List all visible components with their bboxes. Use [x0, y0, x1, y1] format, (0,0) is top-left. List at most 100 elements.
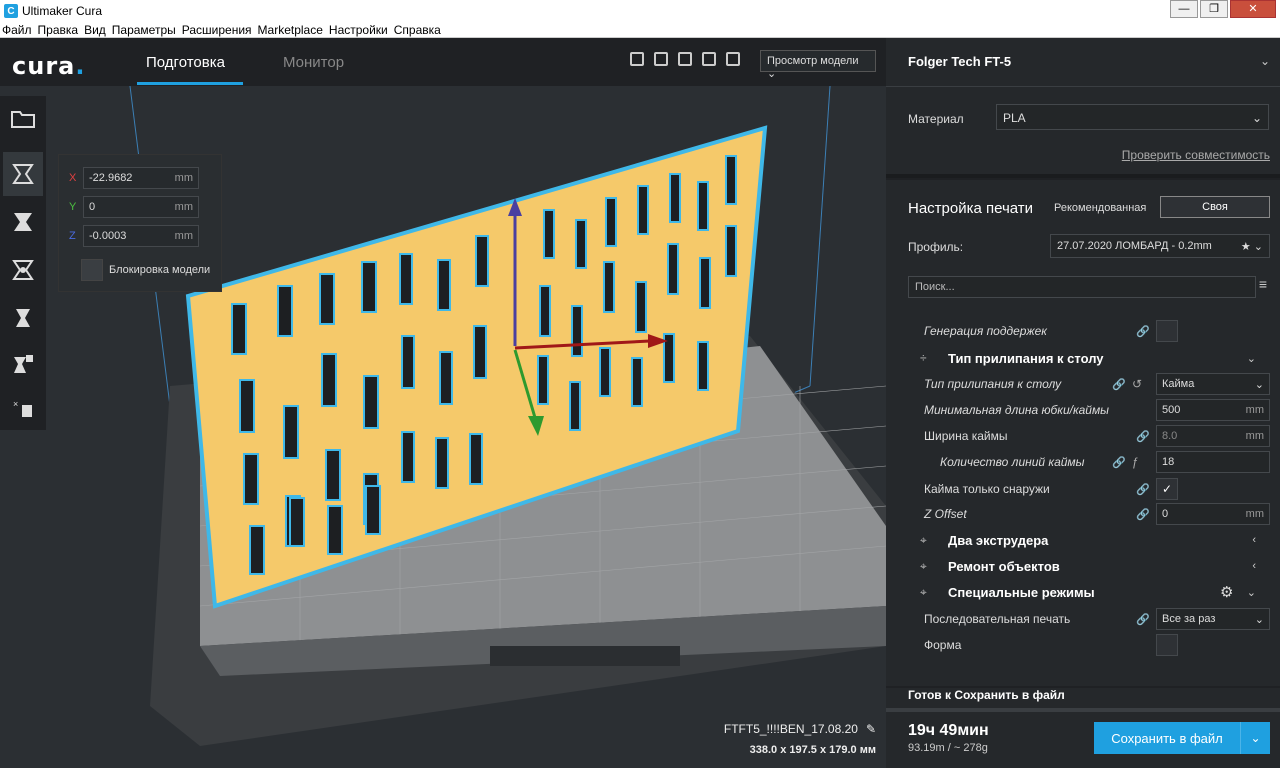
scale-tool-button[interactable]: [3, 200, 43, 244]
material-select[interactable]: PLA ⌄: [996, 104, 1269, 130]
menu-marketplace[interactable]: Marketplace: [258, 23, 323, 37]
reset-icon[interactable]: ↺: [1132, 377, 1142, 391]
skirt-min-length-input[interactable]: 500 mm: [1156, 399, 1270, 421]
z-label: Z: [69, 230, 76, 242]
maximize-button[interactable]: ❐: [1200, 0, 1228, 18]
save-to-file-button[interactable]: Сохранить в файл ⌄: [1094, 722, 1270, 754]
z-coordinate-input[interactable]: -0.0003 mm: [83, 225, 199, 247]
profile-label: Профиль:: [908, 240, 964, 254]
pencil-icon[interactable]: ✎: [866, 722, 876, 736]
repair-icon: ⌖: [920, 558, 927, 573]
right-sidebar: Folger Tech FT-5 ⌄ Материал PLA ⌄ Провери…: [886, 38, 1280, 768]
menu-bar: Файл Правка Вид Параметры Расширения Mar…: [0, 22, 1280, 38]
menu-view[interactable]: Вид: [84, 23, 106, 37]
y-coordinate-input[interactable]: 0 mm: [83, 196, 199, 218]
setting-skirt-min-length: Минимальная длина юбки/каймы 500 mm: [886, 398, 1280, 422]
view-front-icon[interactable]: [654, 52, 668, 66]
gear-icon[interactable]: ⚙: [1220, 583, 1233, 601]
chevron-left-icon: ‹: [1252, 560, 1256, 572]
support-blocker-button[interactable]: ×: [3, 386, 43, 430]
stage-header: cura. Подготовка Монитор Просмотр модели…: [0, 38, 886, 86]
chevron-down-icon: ⌄: [1251, 111, 1262, 125]
form-checkbox[interactable]: [1156, 634, 1178, 656]
mode-custom-button[interactable]: Своя: [1160, 196, 1270, 218]
print-settings-panel: Настройка печати Рекомендованная Своя Пр…: [886, 180, 1280, 686]
link-icon[interactable]: 🔗: [1136, 508, 1150, 521]
move-panel: X -22.9682 mm Y 0 mm Z -0.0003 mm Блокировк…: [58, 154, 222, 292]
setting-sequence: Последовательная печать 🔗 Все за раз ⌄: [886, 607, 1280, 631]
folder-icon: [11, 111, 35, 128]
profile-select[interactable]: 27.07.2020 ЛОМБАРД - 0.2mm ★ ⌄: [1050, 234, 1270, 258]
sequence-select[interactable]: Все за раз ⌄: [1156, 608, 1270, 630]
menu-help[interactable]: Справка: [394, 23, 441, 37]
x-coordinate-input[interactable]: -22.9682 mm: [83, 167, 199, 189]
per-model-settings-button[interactable]: [3, 342, 43, 386]
cura-logo: cura.: [12, 52, 86, 80]
view-type-select[interactable]: Просмотр модели ⌄: [760, 50, 876, 80]
link-icon[interactable]: 🔗: [1136, 430, 1150, 443]
category-repair[interactable]: ⌖ Ремонт объектов ‹: [886, 554, 1280, 578]
category-adhesion[interactable]: ÷ Тип прилипания к столу ⌄: [886, 346, 1280, 370]
brim-lines-input[interactable]: 18: [1156, 451, 1270, 473]
tab-monitor[interactable]: Монитор: [283, 54, 344, 71]
z-offset-input[interactable]: 0 mm: [1156, 503, 1270, 525]
chevron-down-icon: ⌄: [1254, 614, 1264, 626]
window-controls: — ❐ ✕: [1170, 0, 1276, 18]
menu-edit[interactable]: Правка: [38, 23, 79, 37]
link-icon[interactable]: 🔗: [1112, 456, 1126, 469]
lock-model-checkbox[interactable]: [81, 259, 103, 281]
support-checkbox[interactable]: [1156, 320, 1178, 342]
view-left-icon[interactable]: [702, 52, 716, 66]
close-button[interactable]: ✕: [1230, 0, 1276, 18]
chevron-down-icon[interactable]: ⌄: [1260, 54, 1270, 68]
view-3d-icon[interactable]: [630, 52, 644, 66]
link-icon[interactable]: 🔗: [1136, 483, 1150, 496]
brim-outside-checkbox[interactable]: ✓: [1156, 478, 1178, 500]
menu-preferences[interactable]: Настройки: [329, 23, 388, 37]
adhesion-type-select[interactable]: Кайма ⌄: [1156, 373, 1270, 395]
mode-recommended-button[interactable]: Рекомендованная: [1054, 202, 1146, 214]
divider: [886, 86, 1280, 87]
star-icon[interactable]: ★ ⌄: [1241, 240, 1263, 253]
function-icon[interactable]: ƒ: [1132, 455, 1139, 469]
menu-file[interactable]: Файл: [2, 23, 32, 37]
per-model-settings-icon: [14, 355, 33, 373]
print-settings-title: Настройка печати: [908, 200, 1034, 217]
open-file-button[interactable]: [3, 96, 43, 140]
tool-bar: ×: [0, 96, 46, 430]
link-icon[interactable]: 🔗: [1136, 613, 1150, 626]
support-blocker-icon: ×: [13, 399, 32, 417]
menu-icon[interactable]: ≡: [1256, 276, 1270, 298]
move-tool-button[interactable]: [3, 152, 43, 196]
category-special[interactable]: ⌖ Специальные режимы ⚙ ⌄: [886, 580, 1280, 604]
print-time[interactable]: 19ч 49мин: [908, 722, 989, 740]
mirror-tool-button[interactable]: [3, 296, 43, 340]
chevron-down-icon[interactable]: ⌄: [1240, 722, 1270, 754]
view-top-icon[interactable]: [678, 52, 692, 66]
menu-params[interactable]: Параметры: [112, 23, 176, 37]
minimize-button[interactable]: —: [1170, 0, 1198, 18]
menu-extensions[interactable]: Расширения: [182, 23, 252, 37]
y-label: Y: [69, 201, 77, 213]
move-icon: [12, 164, 34, 184]
settings-search-input[interactable]: Поиск...: [908, 276, 1256, 298]
adhesion-icon: ÷: [920, 351, 927, 365]
check-compatibility-link[interactable]: Проверить совместимость: [1122, 148, 1270, 162]
rotate-tool-button[interactable]: [3, 248, 43, 292]
special-modes-icon: ⌖: [920, 584, 927, 599]
tab-prepare[interactable]: Подготовка: [146, 54, 225, 71]
setting-form: Форма: [886, 633, 1280, 657]
printer-name[interactable]: Folger Tech FT-5: [908, 54, 1011, 69]
link-icon[interactable]: 🔗: [1112, 378, 1126, 391]
output-panel: Готов к Сохранить в файл 19ч 49мин 93.19…: [886, 688, 1280, 768]
setting-brim-width: Ширина каймы 🔗 8.0 mm: [886, 424, 1280, 448]
link-icon[interactable]: 🔗: [1136, 325, 1150, 338]
view-orientation-buttons: [630, 52, 740, 66]
brim-width-input[interactable]: 8.0 mm: [1156, 425, 1270, 447]
setting-adhesion-type: Тип прилипания к столу 🔗 ↺ Кайма ⌄: [886, 372, 1280, 396]
window-titlebar: C Ultimaker Cura — ❐ ✕: [0, 0, 1280, 22]
job-dimensions: 338.0 x 197.5 x 179.0 мм: [749, 744, 876, 756]
view-right-icon[interactable]: [726, 52, 740, 66]
category-dual[interactable]: ⌖ Два экструдера ‹: [886, 528, 1280, 552]
job-info: FTFT5_!!!!BEN_17.08.20 ✎ 338.0 x 197.5 x …: [724, 722, 876, 756]
